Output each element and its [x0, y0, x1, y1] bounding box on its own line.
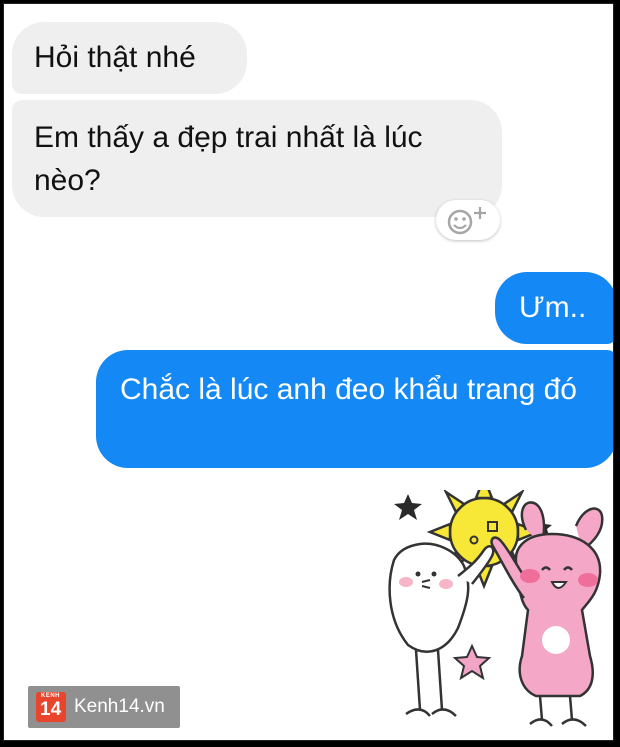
sent-message[interactable]: Chắc là lúc anh đeo khẩu trang đó: [96, 350, 613, 468]
sent-message[interactable]: Ưm..: [495, 272, 613, 344]
message-text: Ưm..: [519, 291, 587, 324]
chat-screen: Hỏi thật nhé Em thấy a đẹp trai nhất là …: [3, 3, 614, 741]
message-text: Chắc là lúc anh đeo khẩu trang đó: [120, 373, 577, 406]
watermark: KENH 14 Kenh14.vn: [28, 686, 180, 728]
message-text: Em thấy a đẹp trai nhất là lúc nèo?: [34, 121, 423, 197]
watermark-text: Kenh14.vn: [74, 696, 165, 717]
received-message[interactable]: Em thấy a đẹp trai nhất là lúc nèo?: [12, 100, 502, 217]
high-five-sticker[interactable]: [376, 490, 614, 741]
message-text: Hỏi thật nhé: [34, 41, 196, 74]
received-message[interactable]: Hỏi thật nhé: [12, 22, 247, 94]
add-reaction-icon: [447, 207, 486, 235]
kenh14-logo: KENH 14: [36, 692, 66, 722]
add-reaction-button[interactable]: [436, 200, 500, 240]
